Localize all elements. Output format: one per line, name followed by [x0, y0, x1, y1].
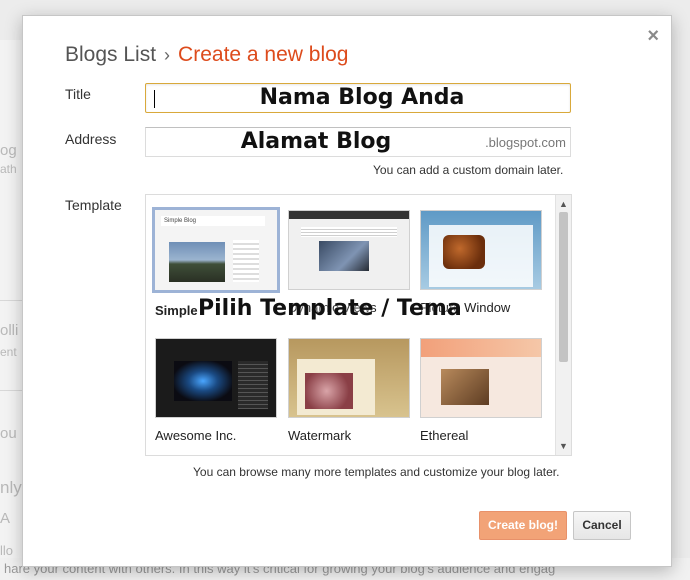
title-input[interactable]: Nama Blog Anda — [145, 83, 571, 113]
background-strip — [0, 40, 22, 580]
address-hint: You can add a custom domain later. — [373, 163, 564, 177]
background-text: nly — [0, 478, 22, 497]
create-blog-button[interactable]: Create blog! — [479, 511, 567, 540]
background-text: olli — [0, 322, 19, 339]
template-name: Watermark — [288, 428, 352, 443]
template-watermark[interactable]: Watermark — [288, 338, 410, 443]
template-ethereal[interactable]: Ethereal — [420, 338, 542, 443]
template-overlay-caption: Pilih Template / Tema — [198, 296, 462, 321]
address-input[interactable]: Alamat Blog .blogspot.com — [145, 127, 571, 157]
background-text: A — [0, 510, 11, 527]
title-label: Title — [65, 86, 91, 102]
template-thumbnail — [288, 210, 410, 290]
blogs-list-link[interactable]: Blogs List — [65, 43, 156, 66]
address-input-value: Alamat Blog — [240, 129, 392, 154]
template-thumbnail — [288, 338, 410, 418]
template-thumbnail — [420, 210, 542, 290]
template-name: Awesome Inc. — [155, 428, 237, 443]
background-text: ath — [0, 162, 17, 176]
background-text: llo — [0, 543, 14, 558]
cancel-button[interactable]: Cancel — [573, 511, 631, 540]
address-label: Address — [65, 131, 117, 147]
address-suffix: .blogspot.com — [485, 135, 566, 150]
dialog-heading: Blogs List › Create a new blog — [65, 43, 349, 67]
template-hint: You can browse many more templates and c… — [193, 465, 560, 479]
background-divider — [0, 300, 22, 301]
template-label: Template — [65, 197, 122, 213]
create-blog-dialog: × Blogs List › Create a new blog Title Nam… — [22, 15, 672, 567]
template-thumbnail — [155, 338, 277, 418]
template-name: Ethereal — [420, 428, 469, 443]
background-text: ou — [0, 425, 17, 442]
background-text: ent — [0, 345, 17, 359]
title-input-value: Nama Blog Anda — [259, 85, 465, 110]
template-thumbnail — [420, 338, 542, 418]
text-caret — [154, 90, 155, 108]
scroll-up-icon[interactable]: ▲ — [556, 197, 571, 211]
close-icon[interactable]: × — [647, 26, 659, 46]
background-divider — [0, 390, 22, 391]
background-text: og — [0, 142, 17, 159]
template-picker: Simple Blog Simple Dynamic Views Picture… — [145, 194, 572, 456]
scroll-thumb[interactable] — [559, 212, 568, 362]
breadcrumb-separator-icon: › — [164, 45, 171, 65]
template-thumbnail: Simple Blog — [152, 207, 280, 293]
template-scrollbar[interactable]: ▲ ▼ — [555, 195, 571, 455]
template-awesome-inc[interactable]: Awesome Inc. — [155, 338, 277, 443]
scroll-down-icon[interactable]: ▼ — [556, 439, 571, 453]
page-title: Create a new blog — [178, 43, 349, 66]
